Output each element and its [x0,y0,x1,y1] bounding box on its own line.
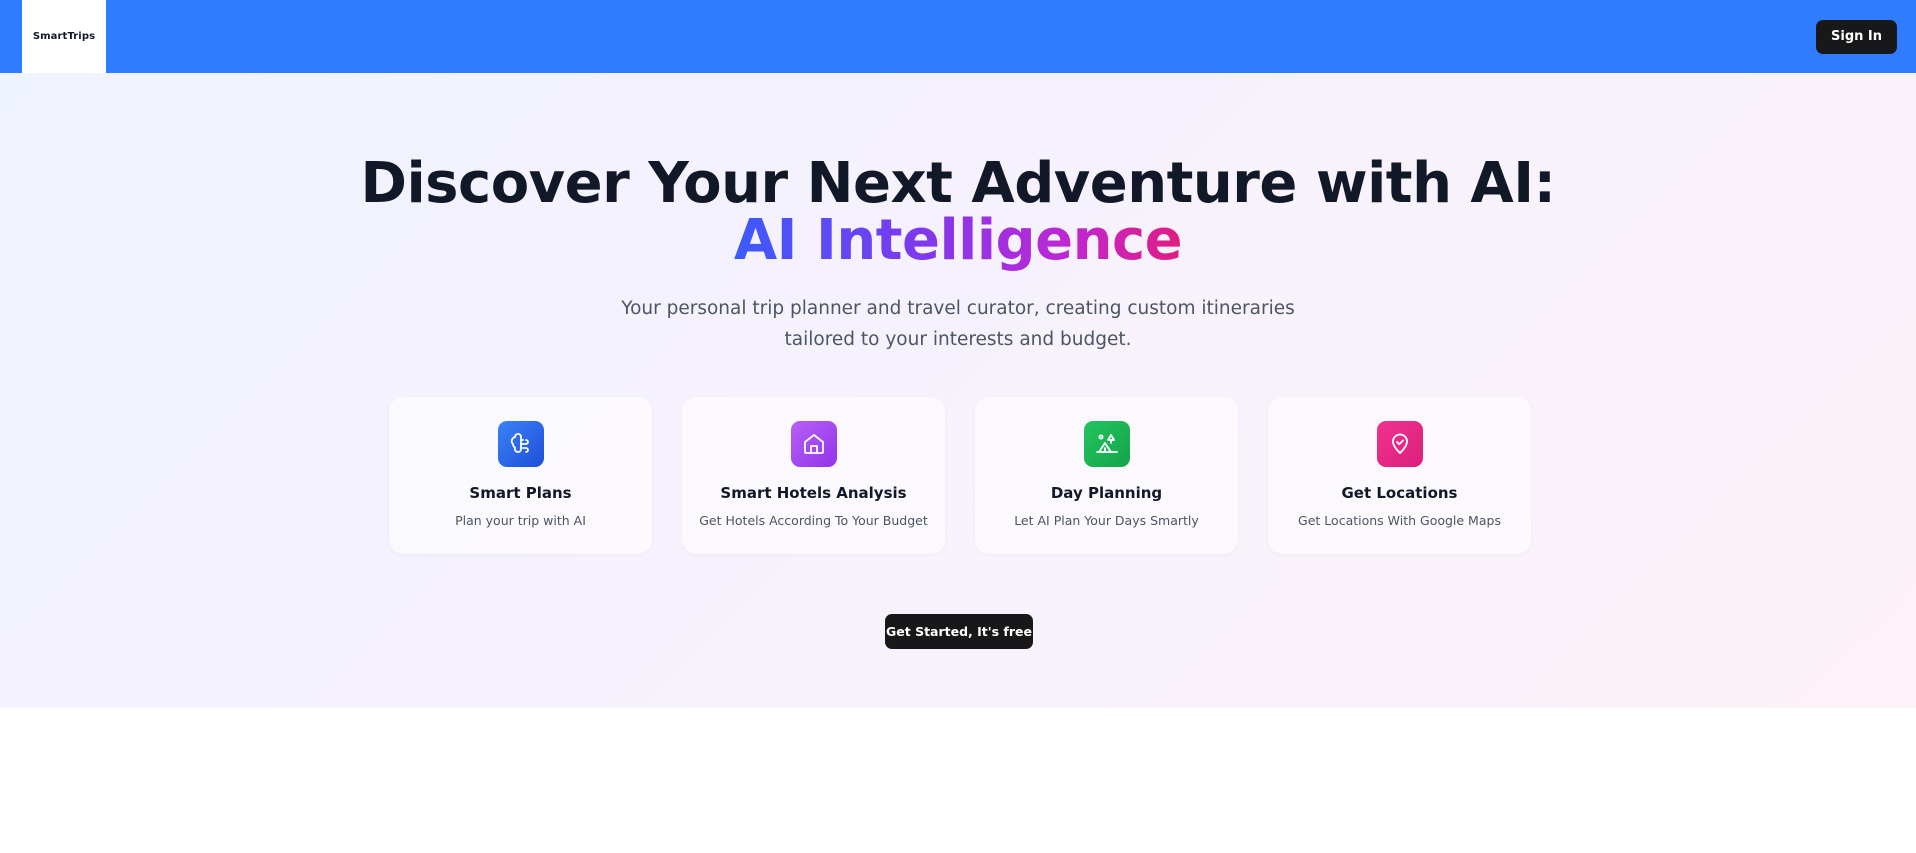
feature-card-smart-hotels: Smart Hotels Analysis Get Hotels Accordi… [682,397,945,554]
feature-cards: Smart Plans Plan your trip with AI Smart… [389,397,1531,554]
tent-icon [1083,421,1130,467]
navbar: SmartTrips Sign In [0,0,1916,73]
feature-description: Plan your trip with AI [455,513,586,528]
map-pin-check-icon [1376,421,1423,467]
sign-in-button[interactable]: Sign In [1816,19,1897,54]
feature-title: Smart Plans [469,484,572,502]
feature-description: Get Hotels According To Your Budget [699,513,928,528]
feature-card-day-planning: Day Planning Let AI Plan Your Days Smart… [975,397,1238,554]
headline-main: Discover Your Next Adventure with AI: [360,151,1556,216]
feature-title: Get Locations [1341,484,1458,502]
hero-headline: Discover Your Next Adventure with AI: AI… [358,155,1558,269]
headline-accent: AI Intelligence [733,208,1183,273]
feature-title: Day Planning [1050,484,1163,502]
feature-card-get-locations: Get Locations Get Locations With Google … [1268,397,1531,554]
hero-subtitle: Your personal trip planner and travel cu… [621,298,1295,350]
feature-title: Smart Hotels Analysis [720,484,907,502]
get-started-button[interactable]: Get Started, It's free [885,614,1033,649]
feature-description: Let AI Plan Your Days Smartly [1014,513,1199,528]
brain-icon [497,421,544,467]
feature-card-smart-plans: Smart Plans Plan your trip with AI [389,397,652,554]
feature-description: Get Locations With Google Maps [1298,513,1501,528]
logo[interactable]: SmartTrips [22,0,106,73]
hero-section: Discover Your Next Adventure with AI: AI… [0,73,1916,708]
home-icon [790,421,837,467]
